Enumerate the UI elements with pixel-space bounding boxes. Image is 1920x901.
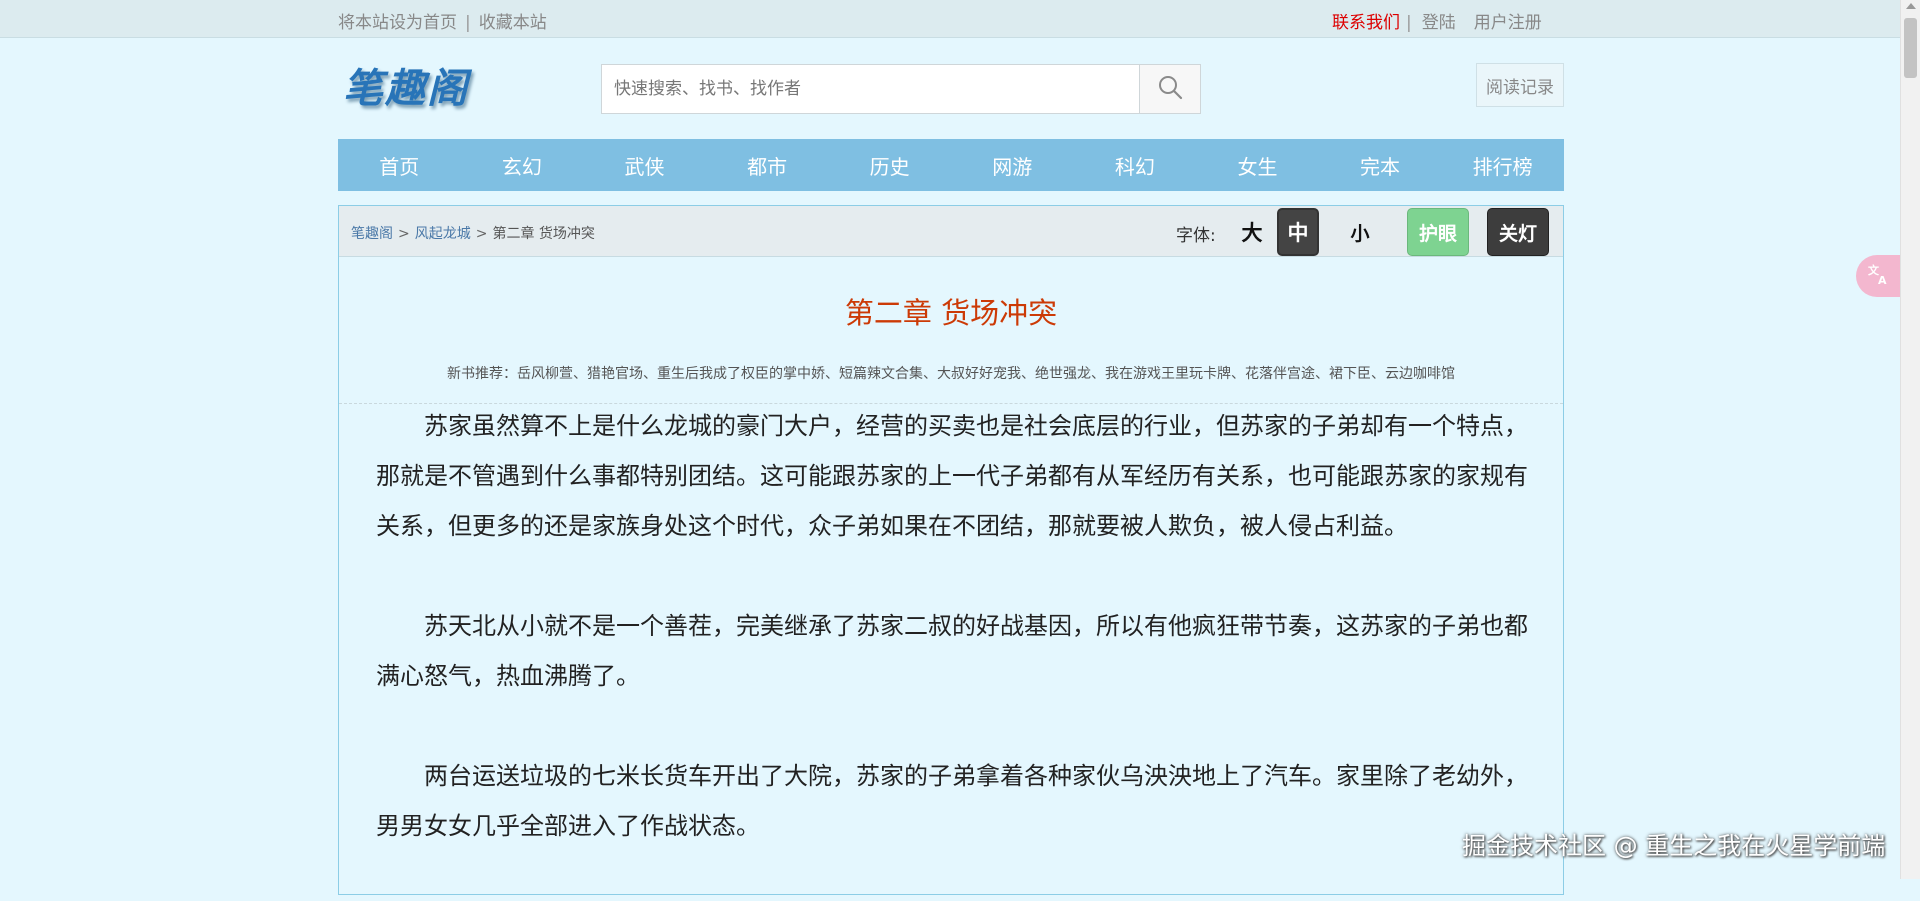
- contact-link[interactable]: 联系我们: [1332, 13, 1400, 33]
- content-paragraph: 苏天北从小就不是一个善茬，完美继承了苏家二叔的好战基因，所以有他疯狂带节奏，这苏…: [376, 612, 1528, 690]
- nav-item-completed[interactable]: 完本: [1319, 139, 1442, 191]
- font-large-button[interactable]: 大: [1231, 208, 1273, 256]
- translate-icon: 文 A: [1867, 262, 1891, 290]
- top-bar-left: 将本站设为首页 | 收藏本站: [338, 8, 547, 33]
- reading-history-button[interactable]: 阅读记录: [1476, 63, 1564, 107]
- breadcrumb: 笔趣阁 > 风起龙城 > 第二章 货场冲突: [351, 223, 595, 243]
- top-bar: 将本站设为首页 | 收藏本站 联系我们 | 登陆 用户注册: [0, 0, 1920, 38]
- scrollbar-thumb[interactable]: [1904, 18, 1917, 78]
- nav-item-scifi[interactable]: 科幻: [1074, 139, 1197, 191]
- nav-item-urban[interactable]: 都市: [706, 139, 829, 191]
- site-logo[interactable]: 笔趣阁: [343, 56, 478, 112]
- eye-care-button[interactable]: 护眼: [1407, 208, 1469, 256]
- breadcrumb-sep: >: [475, 226, 488, 242]
- top-divider: |: [1406, 13, 1412, 33]
- top-divider: |: [465, 13, 471, 33]
- set-homepage-link[interactable]: 将本站设为首页: [338, 13, 457, 33]
- chapter-content: 苏家虽然算不上是什么龙城的豪门大户，经营的买卖也是社会底层的行业，但苏家的子弟却…: [376, 401, 1531, 901]
- chapter-title: 第二章 货场冲突: [844, 296, 1058, 330]
- font-medium-button[interactable]: 中: [1277, 208, 1319, 256]
- search-icon: [1157, 74, 1183, 104]
- recommend-text: 新书推荐：岳风柳萱、猎艳官场、重生后我成了权臣的掌中娇、短篇辣文合集、大叔好好宠…: [447, 366, 1455, 382]
- nav-item-female[interactable]: 女生: [1196, 139, 1319, 191]
- reader-toolbar: 笔趣阁 > 风起龙城 > 第二章 货场冲突 字体: 大 中 小 护眼 关灯: [339, 206, 1563, 257]
- font-size-label: 字体:: [1176, 226, 1216, 246]
- nav-item-home[interactable]: 首页: [338, 139, 461, 191]
- page-scrollbar[interactable]: [1900, 0, 1920, 879]
- register-link[interactable]: 用户注册: [1474, 13, 1542, 33]
- nav-item-online-game[interactable]: 网游: [951, 139, 1074, 191]
- reading-panel: 笔趣阁 > 风起龙城 > 第二章 货场冲突 字体: 大 中 小 护眼 关灯 第二章 货场…: [338, 205, 1564, 895]
- bookmark-link[interactable]: 收藏本站: [479, 13, 547, 33]
- scroll-up-arrow-icon[interactable]: [1906, 3, 1916, 9]
- nav-item-fantasy[interactable]: 玄幻: [461, 139, 584, 191]
- nav-item-ranking[interactable]: 排行榜: [1441, 139, 1564, 191]
- search-button[interactable]: [1139, 65, 1200, 113]
- search-input[interactable]: [602, 65, 1139, 113]
- watermark: 掘金技术社区 @ 重生之我在火星学前端: [1462, 832, 1886, 860]
- content-paragraph: 两台运送垃圾的七米长货车开出了大院，苏家的子弟拿着各种家伙乌泱泱地上了汽车。家里…: [376, 762, 1528, 840]
- breadcrumb-chapter: 第二章 货场冲突: [492, 226, 595, 242]
- recommend-bar: 新书推荐：岳风柳萱、猎艳官场、重生后我成了权臣的掌中娇、短篇辣文合集、大叔好好宠…: [339, 354, 1563, 404]
- main-nav: 首页 玄幻 武侠 都市 历史 网游 科幻 女生 完本 排行榜: [338, 139, 1564, 191]
- top-bar-right: 联系我们 | 登陆 用户注册: [1332, 8, 1542, 33]
- breadcrumb-site[interactable]: 笔趣阁: [351, 226, 393, 242]
- svg-text:A: A: [1878, 274, 1887, 286]
- search-box: [601, 64, 1201, 114]
- breadcrumb-book[interactable]: 风起龙城: [415, 226, 471, 242]
- login-link[interactable]: 登陆: [1422, 13, 1456, 33]
- nav-item-wuxia[interactable]: 武侠: [583, 139, 706, 191]
- breadcrumb-sep: >: [398, 226, 410, 242]
- content-paragraph: 苏家虽然算不上是什么龙城的豪门大户，经营的买卖也是社会底层的行业，但苏家的子弟却…: [376, 412, 1528, 540]
- nav-item-history[interactable]: 历史: [828, 139, 951, 191]
- translate-button[interactable]: 文 A: [1856, 255, 1902, 297]
- font-small-button[interactable]: 小: [1339, 208, 1381, 256]
- lights-off-button[interactable]: 关灯: [1487, 208, 1549, 256]
